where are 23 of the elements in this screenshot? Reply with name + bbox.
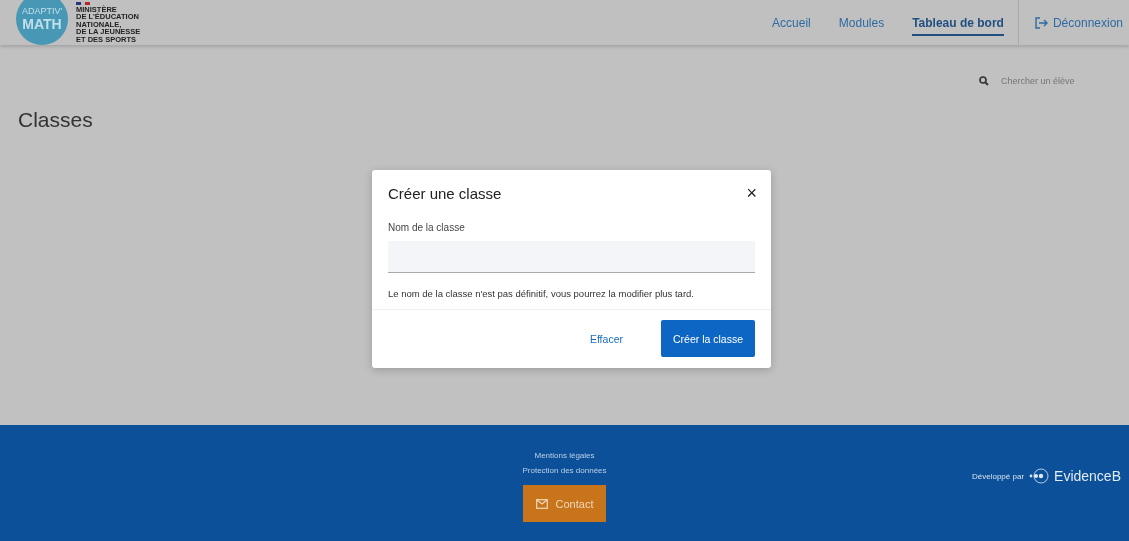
footer-link[interactable]: Mentions légales bbox=[534, 451, 595, 460]
nav-link[interactable]: Modules bbox=[824, 0, 899, 45]
search-field[interactable]: Chercher un élève bbox=[979, 75, 1083, 87]
logout-icon bbox=[1034, 16, 1048, 29]
flag-icon bbox=[76, 1, 90, 5]
close-button[interactable]: × bbox=[746, 184, 757, 202]
page-title: Classes bbox=[18, 108, 94, 132]
hint-text: Le nom de la classe n'est pas définitif, vous pourrez la modifier plus tard. bbox=[388, 288, 695, 301]
logout-link[interactable]: Déconnexion bbox=[1018, 0, 1129, 45]
nav-link[interactable]: Accueil bbox=[758, 0, 825, 45]
create-button[interactable]: Créer la classe bbox=[660, 320, 755, 357]
class-name-field[interactable] bbox=[388, 241, 755, 273]
field-label: Nom de la classe bbox=[388, 222, 466, 233]
envelope-icon bbox=[535, 498, 548, 509]
developed-by-text: Développé par bbox=[972, 471, 1025, 481]
brand-name: EvidenceB bbox=[1054, 468, 1121, 484]
nav-link[interactable]: Tableau de bord bbox=[912, 9, 1004, 36]
clear-button[interactable]: Effacer bbox=[583, 331, 629, 346]
brand-logo-icon bbox=[1028, 468, 1051, 484]
dialog-title: Créer une classe bbox=[388, 184, 502, 202]
footer-link[interactable]: Protection des données bbox=[522, 466, 607, 475]
logo-badge: ADAPTIV' MATH bbox=[16, 0, 68, 45]
search-icon bbox=[979, 76, 989, 86]
